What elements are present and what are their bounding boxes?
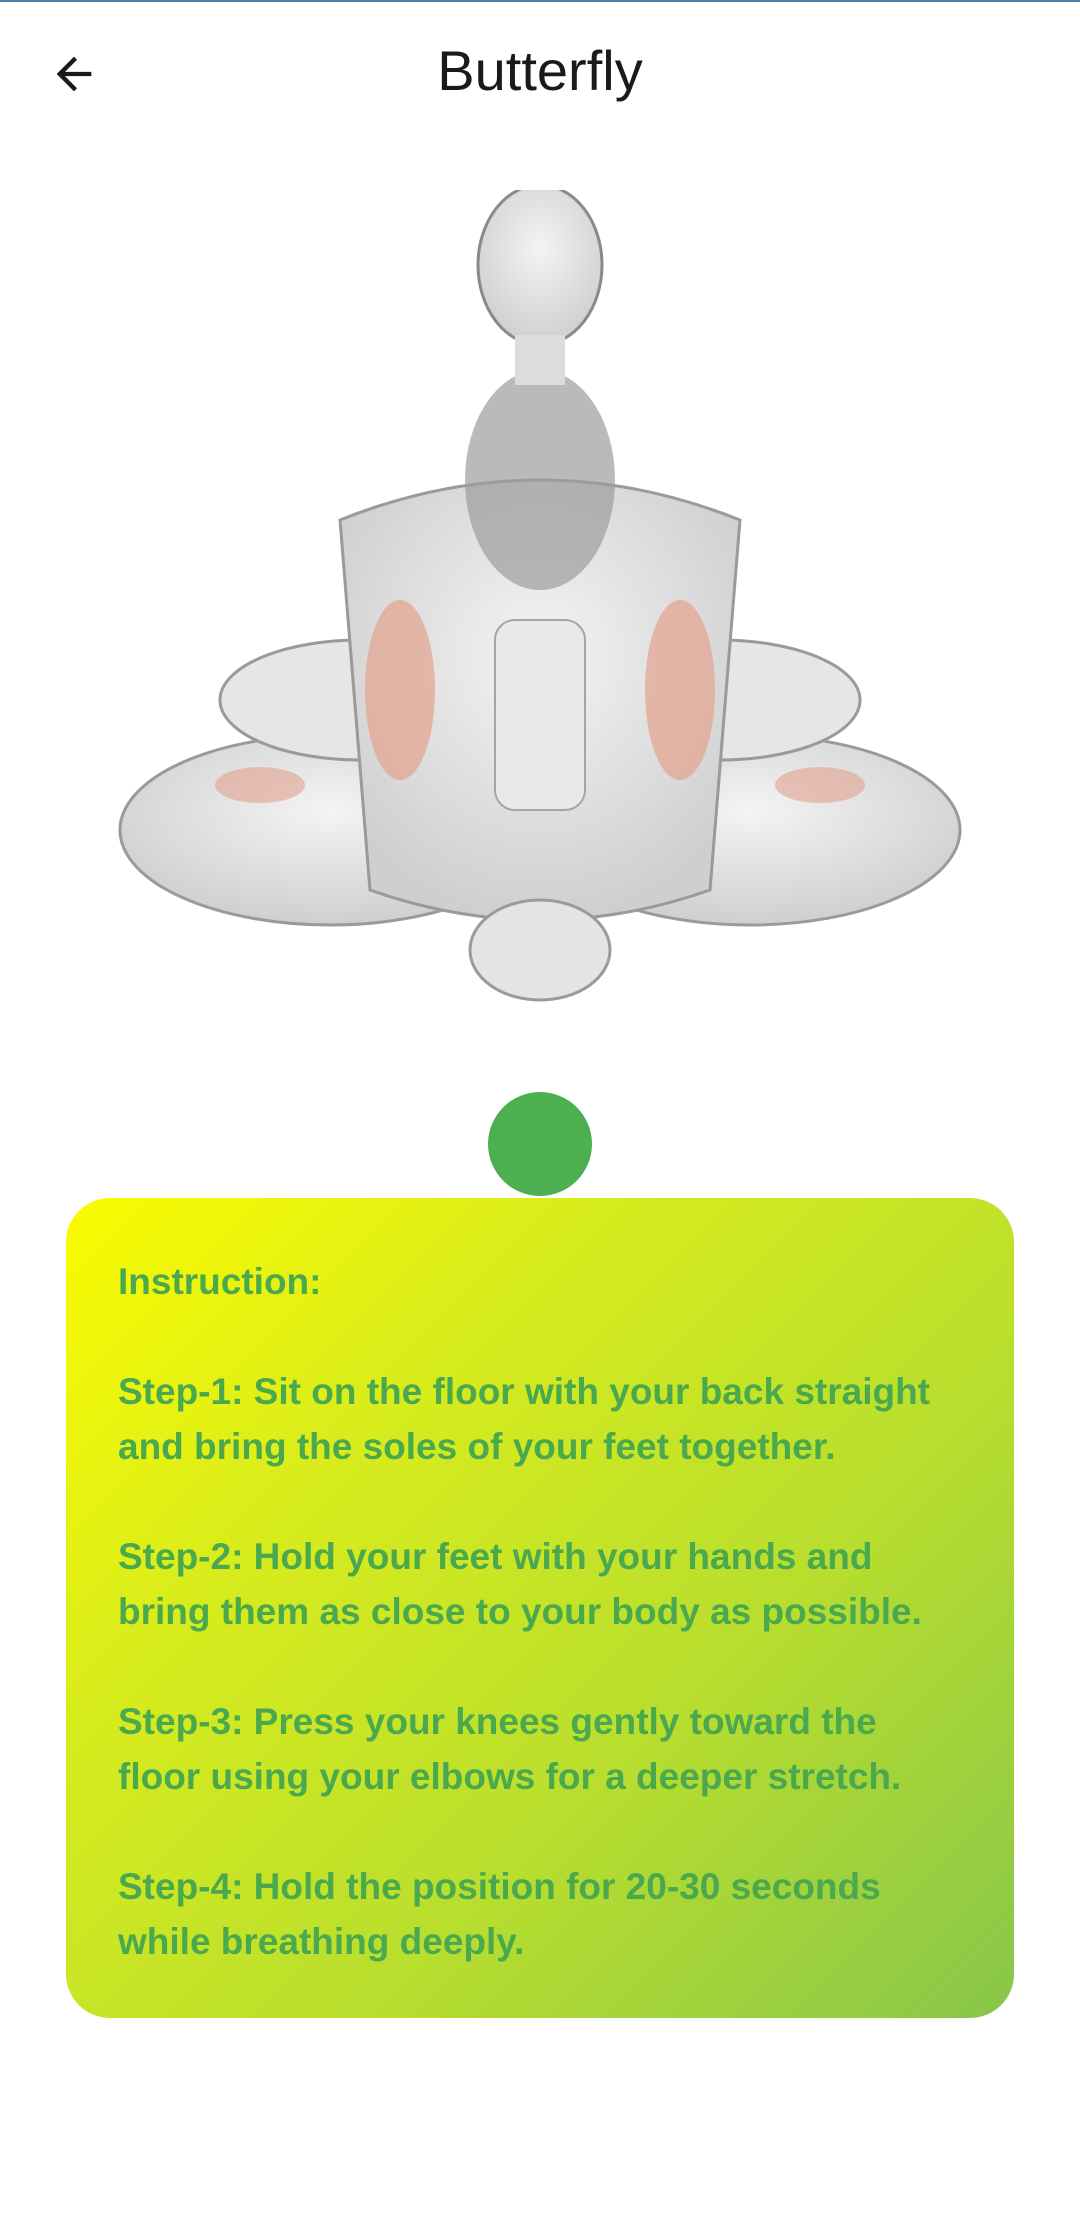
instruction-heading: Instruction: <box>118 1261 322 1302</box>
instruction-card: Instruction: Step-1: Sit on the floor wi… <box>66 1198 1014 2018</box>
butterfly-stretch-illustration <box>118 190 962 1002</box>
page-title: Butterfly <box>437 39 643 102</box>
screen: Butterfly Instruction: Step-1: Sit on th… <box>0 0 1080 2214</box>
instruction-step-4: Step-4: Hold the position for 20-30 seco… <box>118 1866 881 1962</box>
instruction-step-3: Step-3: Press your knees gently toward t… <box>118 1701 902 1797</box>
instruction-step-2: Step-2: Hold your feet with your hands a… <box>118 1536 922 1632</box>
page-indicator-dot <box>488 1092 592 1196</box>
instruction-step-1: Step-1: Sit on the floor with your back … <box>118 1371 930 1467</box>
app-bar: Butterfly <box>0 0 1080 150</box>
